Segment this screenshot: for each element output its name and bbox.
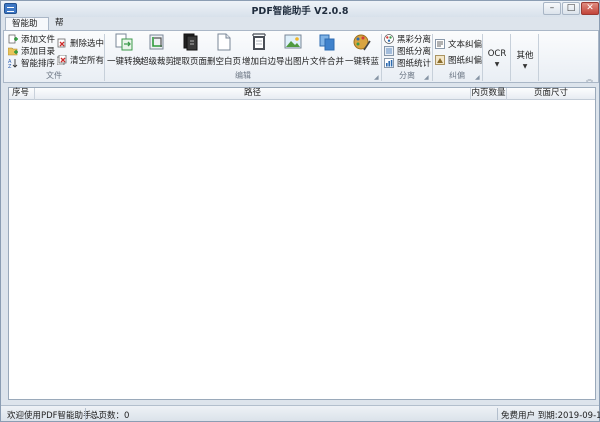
one-click-blue-label: 一键转蓝: [344, 55, 380, 67]
drawing-correct-icon: [435, 55, 445, 65]
delete-blank-pages-button[interactable]: 删空白页: [206, 33, 242, 67]
add-folder-button[interactable]: 添加目录: [8, 45, 55, 57]
edit-group-launcher-icon[interactable]: ◢: [374, 74, 379, 81]
clear-all-label: 清空所有: [70, 54, 104, 66]
add-folder-icon: [8, 46, 18, 56]
add-file-label: 添加文件: [21, 33, 55, 45]
group-divider: [482, 34, 483, 81]
status-welcome: 欢迎使用PDF智能助手....: [7, 409, 102, 421]
chevron-down-icon: ▼: [512, 63, 538, 70]
delete-selected-icon: [57, 38, 67, 48]
status-divider: [497, 408, 498, 420]
one-click-convert-button[interactable]: 一键转换: [106, 33, 142, 67]
maximize-button[interactable]: □: [562, 2, 580, 15]
smart-sort-button[interactable]: AZ 智能排序: [8, 57, 55, 69]
ocr-dropdown-button[interactable]: OCR ▼: [484, 49, 510, 68]
add-white-border-icon: [250, 33, 268, 51]
color-split-button[interactable]: 黑彩分离: [384, 33, 431, 45]
column-header-page-size[interactable]: 页面尺寸: [507, 88, 595, 100]
extract-pages-label: 提取页面: [172, 55, 208, 67]
edit-group-label: 编辑: [105, 70, 381, 81]
drawing-split-button[interactable]: 图纸分离: [384, 45, 431, 57]
delete-blank-pages-icon: [215, 33, 233, 51]
group-divider: [538, 34, 539, 81]
extract-pages-icon: [181, 33, 199, 51]
one-click-convert-label: 一键转换: [106, 55, 142, 67]
delete-selected-button[interactable]: 删除选中: [57, 37, 104, 49]
delete-blank-pages-label: 删空白页: [206, 55, 242, 67]
status-user: 免费用户 到期:2019-09-17: [501, 409, 600, 421]
extract-pages-button[interactable]: 提取页面: [172, 33, 208, 67]
add-file-button[interactable]: 添加文件: [8, 33, 55, 45]
drawing-stats-button[interactable]: 图纸统计: [384, 57, 431, 69]
collapse-ribbon-icon[interactable]: ︽: [586, 74, 593, 84]
super-crop-label: 超级裁剪: [139, 55, 175, 67]
sort-icon: AZ: [8, 58, 18, 68]
correct-group-launcher-icon[interactable]: ◢: [475, 74, 480, 81]
column-header-path[interactable]: 路径: [35, 88, 471, 100]
close-button[interactable]: ✕: [581, 2, 599, 15]
table-header: 序号 路径 内页数量 页面尺寸: [9, 88, 595, 100]
text-correct-button[interactable]: 文本纠偏: [435, 38, 482, 50]
text-correct-label: 文本纠偏: [448, 38, 482, 50]
drawing-stats-label: 图纸统计: [397, 57, 431, 69]
merge-files-label: 文件合并: [309, 55, 345, 67]
export-images-button[interactable]: 导出图片: [275, 33, 311, 67]
tab-smart-assistant[interactable]: 智能助手: [5, 17, 49, 31]
chevron-down-icon: ▼: [484, 61, 510, 68]
ribbon: 添加文件 添加目录 AZ 智能排序 删除选中 清空所有 文件: [3, 30, 599, 83]
clear-all-icon: [57, 55, 67, 65]
status-bar: 欢迎使用PDF智能助手.... 总页数：0 免费用户 到期:2019-09-17: [1, 405, 599, 421]
correct-group-label: 纠偏: [433, 70, 481, 81]
drawing-correct-label: 图纸纠偏: [448, 54, 482, 66]
window-title: PDF智能助手 V2.0.8: [1, 3, 599, 17]
column-header-page-count[interactable]: 内页数量: [471, 88, 507, 100]
group-divider: [510, 34, 511, 81]
color-split-label: 黑彩分离: [397, 33, 431, 45]
merge-files-icon: [318, 33, 336, 51]
export-images-label: 导出图片: [275, 55, 311, 67]
merge-files-button[interactable]: 文件合并: [309, 33, 345, 67]
one-click-convert-icon: [115, 33, 133, 51]
other-dropdown-button[interactable]: 其他 ▼: [512, 49, 538, 70]
super-crop-icon: [148, 33, 166, 51]
svg-text:Z: Z: [8, 64, 12, 68]
file-list-table[interactable]: 序号 路径 内页数量 页面尺寸: [8, 87, 596, 400]
clear-all-button[interactable]: 清空所有: [57, 54, 104, 66]
drawing-stats-icon: [384, 58, 394, 68]
status-total-pages: 总页数：0: [90, 409, 129, 421]
column-header-index[interactable]: 序号: [9, 88, 35, 100]
ribbon-tabs: 智能助手 帮助: [1, 17, 599, 31]
delete-selected-label: 删除选中: [70, 37, 104, 49]
drawing-split-icon: [384, 46, 394, 56]
one-click-blue-icon: [353, 33, 371, 51]
drawing-split-label: 图纸分离: [397, 45, 431, 57]
add-white-border-label: 增加白边: [241, 55, 277, 67]
text-correct-icon: [435, 39, 445, 49]
minimize-button[interactable]: –: [543, 2, 561, 15]
add-folder-label: 添加目录: [21, 45, 55, 57]
title-bar: PDF智能助手 V2.0.8 – □ ✕: [1, 1, 599, 17]
app-window: PDF智能助手 V2.0.8 – □ ✕ 智能助手 帮助 添加文件 添加目录 A…: [0, 0, 600, 422]
drawing-correct-button[interactable]: 图纸纠偏: [435, 54, 482, 66]
tab-help[interactable]: 帮助: [49, 17, 77, 31]
separate-group-launcher-icon[interactable]: ◢: [424, 74, 429, 81]
status-divider: [85, 408, 86, 420]
add-file-icon: [8, 34, 18, 44]
ocr-label: OCR: [488, 49, 507, 59]
other-label: 其他: [516, 51, 533, 61]
add-white-border-button[interactable]: 增加白边: [241, 33, 277, 67]
one-click-blue-button[interactable]: 一键转蓝: [344, 33, 380, 67]
color-split-icon: [384, 34, 394, 44]
super-crop-button[interactable]: 超级裁剪: [139, 33, 175, 67]
smart-sort-label: 智能排序: [21, 57, 55, 69]
file-group-label: 文件: [4, 70, 104, 81]
export-images-icon: [284, 33, 302, 51]
